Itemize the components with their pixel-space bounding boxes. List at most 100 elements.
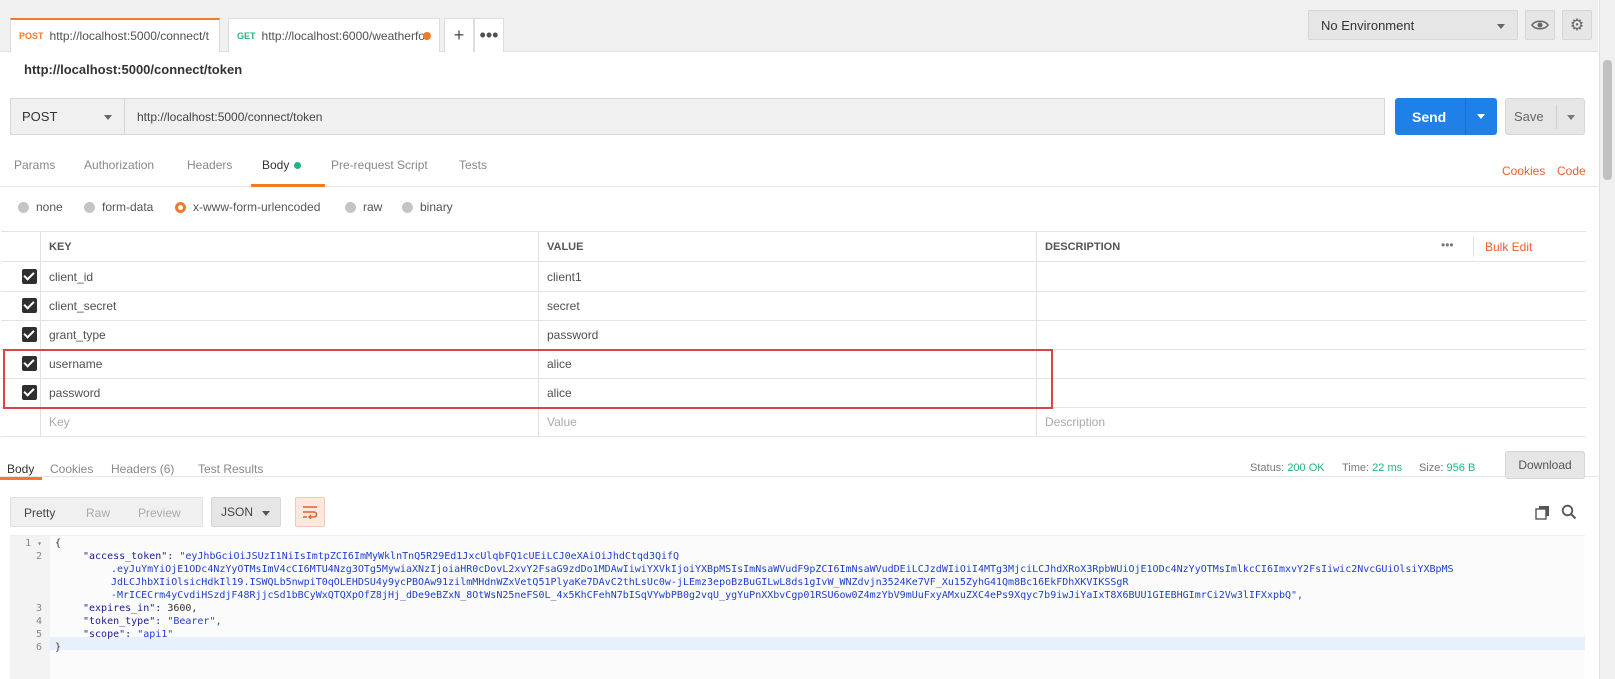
radio-label: none	[36, 200, 63, 214]
tab-tests[interactable]: Tests	[459, 158, 487, 172]
divider	[1465, 98, 1466, 135]
search-icon[interactable]	[1561, 504, 1577, 523]
request-tabs	[0, 155, 1598, 187]
response-tab-test-results[interactable]: Test Results	[198, 462, 263, 476]
radio-circle	[345, 201, 356, 213]
response-tab-body[interactable]: Body	[7, 462, 34, 476]
request-title: http://localhost:5000/connect/token	[24, 62, 243, 77]
tab-body[interactable]: Body	[262, 158, 302, 172]
value-cell[interactable]: password	[538, 320, 1036, 350]
more-horizontal-icon[interactable]: •••	[1441, 238, 1454, 252]
radio-binary[interactable]: binary	[402, 200, 453, 214]
format-select[interactable]: JSON	[211, 497, 281, 527]
scrollbar-thumb[interactable]	[1603, 60, 1612, 180]
divider	[1473, 237, 1474, 257]
chevron-down-icon	[1497, 24, 1505, 29]
chevron-down-icon	[262, 511, 270, 516]
value-placeholder[interactable]: Value	[538, 407, 1036, 437]
more-horizontal-icon[interactable]: •••	[474, 18, 504, 52]
tab-authorization[interactable]: Authorization	[84, 158, 154, 172]
params-table: KEY VALUE DESCRIPTION ••• Bulk Edit clie…	[1, 231, 1586, 437]
column-header-value: VALUE	[538, 232, 1036, 262]
line-number: 6	[35, 642, 42, 653]
key-cell[interactable]: client_id	[40, 262, 538, 292]
description-cell[interactable]	[1036, 349, 1586, 379]
wrap-lines-icon[interactable]	[295, 497, 325, 527]
url-input[interactable]: http://localhost:5000/connect/token	[125, 98, 1385, 135]
active-tab-indicator	[251, 184, 325, 187]
tab-method: POST	[19, 31, 44, 41]
tab-pre-request-script[interactable]: Pre-request Script	[331, 158, 428, 172]
description-cell[interactable]	[1036, 262, 1586, 292]
line-number: 4	[35, 616, 42, 627]
radio-circle	[84, 201, 95, 213]
key-cell[interactable]: grant_type	[40, 320, 538, 350]
row-checkbox[interactable]	[22, 327, 37, 342]
response-tab-cookies[interactable]: Cookies	[50, 462, 93, 476]
radio-circle	[18, 201, 29, 213]
plus-icon[interactable]: +	[444, 18, 474, 52]
copy-icon[interactable]	[1535, 505, 1550, 523]
status-value: 200 OK	[1287, 462, 1325, 474]
active-tab-indicator	[0, 477, 42, 480]
radio-label: form-data	[102, 200, 154, 214]
status-dot-icon	[294, 162, 302, 170]
send-button[interactable]: Send	[1395, 98, 1497, 135]
description-cell[interactable]	[1036, 378, 1586, 408]
code-line: {	[55, 538, 62, 549]
eye-icon[interactable]	[1525, 10, 1555, 40]
radio-raw[interactable]: raw	[345, 200, 382, 214]
chevron-down-icon[interactable]	[1567, 115, 1575, 120]
view-raw[interactable]: Raw	[86, 506, 110, 520]
tab-method: GET	[237, 30, 256, 41]
save-button[interactable]: Save	[1505, 98, 1585, 135]
description-cell[interactable]	[1036, 291, 1586, 321]
tab-headers[interactable]: Headers	[187, 158, 232, 172]
description-placeholder[interactable]: Description	[1036, 407, 1586, 437]
method-select[interactable]: POST	[10, 98, 125, 135]
code-line: "scope": "api1"	[83, 629, 174, 640]
description-cell[interactable]	[1036, 320, 1586, 350]
vertical-scrollbar[interactable]	[1599, 0, 1615, 679]
row-checkbox[interactable]	[22, 269, 37, 284]
value-cell[interactable]: secret	[538, 291, 1036, 321]
gear-icon[interactable]: ⚙	[1562, 10, 1592, 40]
response-tab-headers[interactable]: Headers (6)	[111, 462, 174, 476]
table-header-row: KEY VALUE DESCRIPTION ••• Bulk Edit	[1, 232, 1586, 262]
table-row-new: Key Value Description	[1, 407, 1586, 437]
radio-x-www-form-urlencoded[interactable]: x-www-form-urlencoded	[175, 200, 320, 214]
table-row: client_secret secret	[1, 291, 1586, 321]
radio-circle-selected	[175, 201, 186, 213]
request-tab-post[interactable]: POST http://localhost:5000/connect/t	[10, 18, 220, 52]
tab-params[interactable]: Params	[14, 158, 55, 172]
download-button[interactable]: Download	[1505, 451, 1585, 479]
code-line-wrapped: -MrICECrm4yCvdiHSzdjF48RjjcSd1bBCyWxQTQX…	[111, 590, 1304, 601]
radio-label: raw	[363, 200, 383, 214]
request-tab-get[interactable]: GET http://localhost:6000/weatherfor	[228, 18, 440, 52]
bulk-edit-link[interactable]: Bulk Edit	[1485, 240, 1532, 254]
cookies-link[interactable]: Cookies	[1502, 164, 1545, 178]
tab-body-label: Body	[262, 158, 290, 172]
key-cell[interactable]: client_secret	[40, 291, 538, 321]
line-number: 1 ▾	[25, 538, 42, 549]
key-placeholder[interactable]: Key	[40, 407, 538, 437]
view-preview[interactable]: Preview	[138, 506, 181, 520]
code-link[interactable]: Code	[1557, 164, 1586, 178]
radio-label: binary	[420, 200, 453, 214]
response-tab-headers-label: Headers (6)	[111, 462, 175, 476]
chevron-down-icon[interactable]	[1477, 114, 1485, 119]
save-label: Save	[1514, 109, 1544, 124]
radio-none[interactable]: none	[18, 200, 63, 214]
line-number: 2	[35, 551, 42, 562]
time-value: 22 ms	[1372, 462, 1403, 474]
environment-select[interactable]: No Environment	[1308, 10, 1518, 40]
radio-form-data[interactable]: form-data	[84, 200, 153, 214]
view-pretty[interactable]: Pretty	[24, 506, 55, 520]
view-mode-group: Pretty Raw Preview	[10, 497, 203, 527]
time-info: Time: 22 ms	[1342, 462, 1402, 474]
value-cell[interactable]: client1	[538, 262, 1036, 292]
response-body-code[interactable]: 1 ▾ 2 3 4 5 6 { "access_token": "eyJhbGc…	[10, 535, 1585, 679]
divider	[1556, 105, 1557, 129]
row-checkbox[interactable]	[22, 298, 37, 313]
code-line-wrapped: .eyJuYmYiOjE1ODc4NzYyOTMsImV4cCI6MTU4Nzg…	[111, 564, 1454, 575]
